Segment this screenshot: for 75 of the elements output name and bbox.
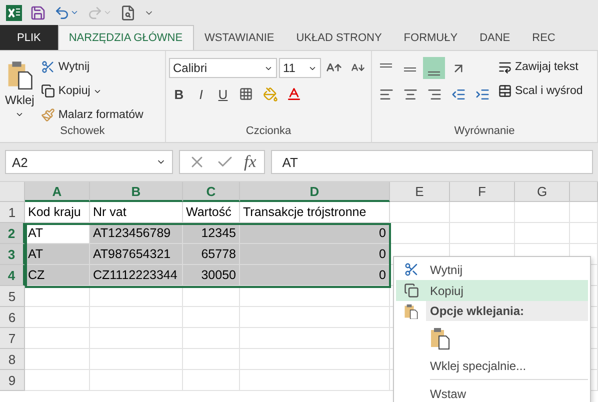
spreadsheet-app-icon bbox=[6, 4, 22, 20]
group-label: Czcionka bbox=[244, 125, 292, 139]
ribbon-tab[interactable]: DANE bbox=[468, 25, 522, 50]
table-cell: CZ1112223344 bbox=[90, 265, 183, 286]
row-header[interactable]: 2 bbox=[0, 223, 25, 244]
clipboard-icon bbox=[430, 326, 450, 350]
column-header[interactable]: D bbox=[240, 182, 390, 202]
table-cell: 65778 bbox=[183, 244, 240, 265]
row-header[interactable]: 5 bbox=[0, 286, 25, 307]
font-name-field[interactable]: Calibri bbox=[169, 58, 277, 78]
group-label: Schowek bbox=[59, 125, 106, 139]
copy-icon bbox=[41, 84, 56, 98]
name-box[interactable]: A2 bbox=[5, 150, 173, 174]
column-header[interactable]: B bbox=[90, 182, 183, 202]
copy-icon bbox=[404, 283, 418, 298]
formula-field[interactable]: AT bbox=[271, 150, 593, 174]
menu-item[interactable]: Wytnij bbox=[396, 259, 588, 280]
table-cell: Nr vat bbox=[90, 202, 183, 223]
format-painter-button[interactable]: Malarz formatów bbox=[39, 105, 146, 125]
menu-item[interactable]: Wstaw bbox=[396, 383, 588, 402]
table-cell: AT987654321 bbox=[90, 244, 183, 265]
wrap-text-icon bbox=[498, 60, 512, 74]
scissors-icon bbox=[404, 262, 418, 277]
table-cell: Wartość bbox=[183, 202, 240, 223]
copy-button[interactable]: Kopiuj bbox=[39, 81, 146, 101]
table-cell: AT123456789 bbox=[90, 223, 183, 244]
save-icon[interactable] bbox=[30, 4, 46, 20]
bold-button[interactable]: B bbox=[169, 83, 189, 105]
table-cell: CZ bbox=[25, 265, 90, 286]
column-header[interactable]: C bbox=[183, 182, 240, 202]
column-header[interactable]: F bbox=[450, 182, 515, 202]
paintbrush-icon bbox=[41, 108, 56, 122]
ribbon-tab[interactable]: PLIK bbox=[0, 25, 58, 50]
font-size-field[interactable]: 11 bbox=[279, 58, 321, 78]
ribbon-tab[interactable]: WSTAWIANIE bbox=[194, 25, 286, 50]
print-preview-icon[interactable] bbox=[120, 4, 136, 20]
table-cell: 12345 bbox=[183, 223, 240, 244]
table-cell: 0 bbox=[240, 223, 390, 244]
table-cell: AT bbox=[25, 244, 90, 265]
menu-section-header: Opcje wklejania: bbox=[426, 301, 588, 321]
merge-cells-icon bbox=[498, 84, 512, 98]
vertical-align-icon[interactable] bbox=[423, 57, 445, 79]
scissors-icon bbox=[41, 60, 56, 74]
row-header[interactable]: 3 bbox=[0, 244, 25, 265]
menu-item[interactable]: Kopiuj bbox=[396, 280, 588, 301]
row-header[interactable]: 4 bbox=[0, 265, 25, 286]
clipboard-icon bbox=[6, 59, 33, 90]
paste-button[interactable]: Wklej bbox=[3, 57, 36, 125]
table-cell: 0 bbox=[240, 265, 390, 286]
merge-center-button[interactable]: Scal i wyśrod bbox=[496, 81, 585, 101]
table-cell: 30050 bbox=[183, 265, 240, 286]
column-header[interactable]: A bbox=[25, 182, 90, 202]
column-header[interactable]: E bbox=[390, 182, 450, 202]
underline-button[interactable]: U bbox=[213, 83, 233, 105]
wrap-text-button[interactable]: Zawijaj tekst bbox=[496, 57, 585, 77]
table-cell: Transakcje trójstronne bbox=[240, 202, 390, 223]
column-header[interactable]: G bbox=[515, 182, 570, 202]
group-label: Wyrównanie bbox=[453, 125, 516, 139]
ribbon-tab[interactable]: REC bbox=[521, 25, 566, 50]
row-header[interactable]: 6 bbox=[0, 307, 25, 328]
row-header[interactable]: 9 bbox=[0, 370, 25, 391]
menu-item[interactable]: Wklej specjalnie... bbox=[396, 355, 588, 376]
table-cell: Kod kraju bbox=[25, 202, 90, 223]
row-header[interactable]: 8 bbox=[0, 349, 25, 370]
cut-button[interactable]: Wytnij bbox=[39, 57, 146, 77]
italic-button[interactable]: I bbox=[191, 83, 211, 105]
row-header[interactable]: 7 bbox=[0, 328, 25, 349]
ribbon-tab[interactable]: NARZĘDZIA GŁÓWNE bbox=[58, 25, 194, 50]
ribbon-tab[interactable]: FORMUŁY bbox=[392, 25, 469, 50]
undo-icon[interactable] bbox=[54, 4, 79, 20]
insert-function-button[interactable]: fx bbox=[244, 152, 256, 172]
clipboard-icon bbox=[404, 302, 418, 320]
table-cell: 0 bbox=[240, 244, 390, 265]
row-header[interactable]: 1 bbox=[0, 202, 25, 223]
ribbon-tab[interactable]: UKŁAD STRONY bbox=[285, 25, 393, 50]
